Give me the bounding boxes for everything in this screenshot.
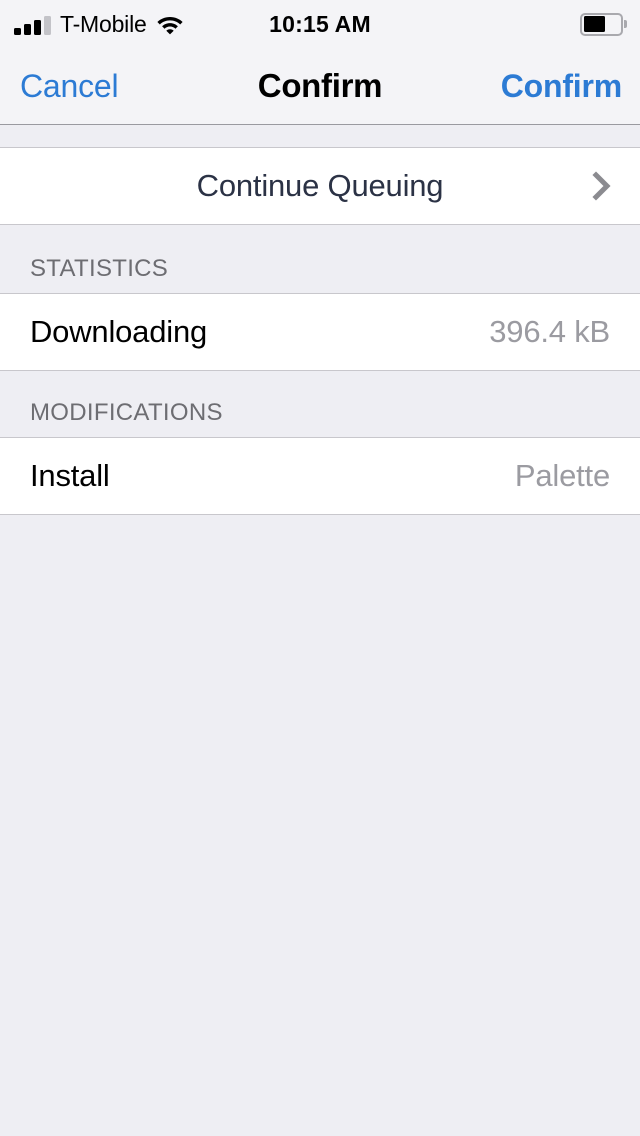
- confirm-button[interactable]: Confirm: [501, 48, 622, 124]
- section-header-statistics: STATISTICS: [0, 225, 640, 293]
- navigation-bar: Cancel Confirm Confirm: [0, 48, 640, 125]
- status-bar-right-group: [580, 0, 627, 48]
- downloading-label: Downloading: [30, 314, 208, 349]
- downloading-value: 396.4 kB: [489, 314, 610, 349]
- battery-icon: [580, 12, 627, 36]
- continue-queuing-row[interactable]: Continue Queuing: [0, 147, 640, 225]
- section-header-modifications: MODIFICATIONS: [0, 371, 640, 437]
- settings-table: Continue Queuing STATISTICS Downloading …: [0, 125, 640, 1115]
- table-row[interactable]: Install Palette: [0, 437, 640, 515]
- app-screen: T-Mobile 10:15 AM Cancel Confirm Confirm: [0, 0, 640, 1136]
- install-value: Palette: [514, 458, 610, 493]
- status-bar-clock: 10:15 AM: [269, 10, 371, 37]
- install-label: Install: [30, 458, 110, 493]
- table-row[interactable]: Downloading 396.4 kB: [0, 293, 640, 371]
- status-bar: T-Mobile 10:15 AM: [0, 0, 640, 48]
- table-empty-area: [0, 515, 640, 1115]
- chevron-right-icon: [591, 171, 613, 201]
- table-top-gap: [0, 125, 640, 147]
- continue-queuing-label: Continue Queuing: [196, 168, 444, 203]
